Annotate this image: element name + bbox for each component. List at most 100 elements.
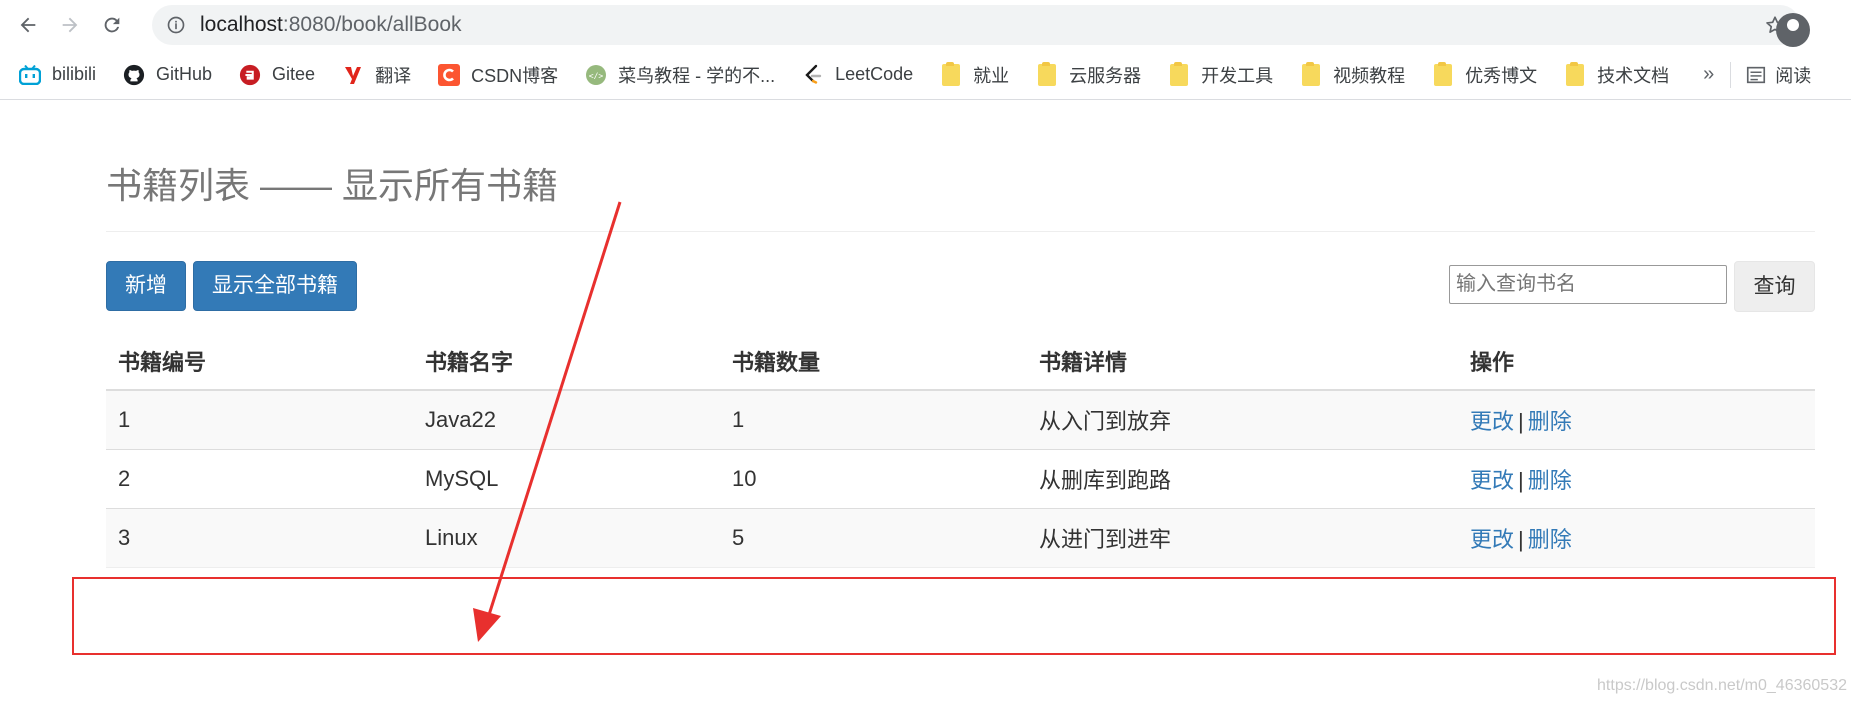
reading-list-label: 阅读: [1775, 65, 1812, 86]
cell-id: 1: [106, 389, 413, 449]
column-header-actions: 操作: [1458, 333, 1815, 391]
bookmark-label: LeetCode: [835, 64, 914, 84]
bookmark-label: 翻译: [375, 65, 412, 86]
delete-link[interactable]: 删除: [1528, 468, 1572, 493]
folder-icon: [1566, 61, 1585, 86]
toolbar-controls: 新增 显示全部书籍 查询: [106, 261, 1815, 312]
url-host: localhost: [200, 13, 283, 36]
cell-detail: 从入门到放弃: [1027, 389, 1458, 449]
bookmarks-overflow-button[interactable]: »: [1703, 63, 1714, 86]
cell-id: 2: [106, 448, 413, 508]
folder-icon: [1434, 61, 1453, 86]
column-header-id: 书籍编号: [106, 333, 413, 391]
add-book-button[interactable]: 新增: [106, 261, 186, 311]
github-icon: [122, 63, 146, 87]
back-button[interactable]: [8, 5, 48, 45]
cell-name: MySQL: [413, 448, 720, 508]
profile-avatar-icon[interactable]: [1776, 13, 1810, 47]
bookmark-label: bilibili: [52, 64, 97, 84]
action-separator: |: [1518, 526, 1524, 552]
bookmark-folder-jobs[interactable]: 就业: [939, 61, 1010, 88]
table-row: 1 Java22 1 从入门到放弃 更改 | 删除: [106, 389, 1815, 449]
bookmark-bilibili[interactable]: bilibili: [18, 63, 96, 87]
bookmark-label: 就业: [973, 65, 1010, 86]
cell-count: 5: [720, 507, 1027, 568]
bookmark-github[interactable]: GitHub: [122, 63, 212, 87]
bookmark-folder-blog-posts[interactable]: 优秀博文: [1431, 61, 1538, 88]
action-separator: |: [1518, 408, 1524, 434]
reload-icon: [104, 17, 120, 33]
edit-link[interactable]: 更改: [1470, 527, 1514, 552]
folder-icon: [1170, 61, 1189, 86]
bookmark-folder-cloud-servers[interactable]: 云服务器: [1035, 61, 1142, 88]
address-bar[interactable]: localhost:8080/book/allBook: [152, 5, 1810, 47]
bookmark-label: 技术文档: [1597, 65, 1670, 86]
bilibili-icon: [18, 63, 42, 87]
book-search-input[interactable]: [1449, 265, 1727, 304]
bookmark-label: 视频教程: [1333, 65, 1406, 86]
cell-actions: 更改 | 删除: [1458, 507, 1815, 568]
action-separator: |: [1518, 467, 1524, 493]
bookmarks-divider: [1730, 61, 1732, 88]
delete-link[interactable]: 删除: [1528, 409, 1572, 434]
bookmark-gitee[interactable]: Gitee: [238, 63, 315, 87]
query-button[interactable]: 查询: [1734, 261, 1815, 312]
cell-actions: 更改 | 删除: [1458, 389, 1815, 449]
gitee-icon: [238, 63, 262, 87]
column-header-detail: 书籍详情: [1027, 333, 1458, 391]
cell-name: Linux: [413, 507, 720, 568]
books-table: 书籍编号 书籍名字 书籍数量 书籍详情 操作 1 Java22 1 从入门到放弃…: [106, 333, 1815, 568]
bookmark-folder-dev-tools[interactable]: 开发工具: [1167, 61, 1274, 88]
table-body: 1 Java22 1 从入门到放弃 更改 | 删除 2 MySQL 10 从删库到跑…: [106, 389, 1815, 568]
bookmark-label: 开发工具: [1201, 65, 1274, 86]
column-header-name: 书籍名字: [413, 333, 720, 391]
folder-icon: [1038, 61, 1057, 86]
folder-icon: [1302, 61, 1321, 86]
cell-detail: 从进门到进牢: [1027, 507, 1458, 568]
edit-link[interactable]: 更改: [1470, 468, 1514, 493]
bookmark-label: GitHub: [156, 64, 213, 84]
browser-toolbar: localhost:8080/book/allBook: [0, 0, 1851, 50]
csdn-icon: [437, 63, 461, 87]
bookmark-runoob[interactable]: </> 菜鸟教程 - 学的不...: [584, 62, 775, 88]
forward-arrow-icon: [62, 17, 78, 33]
edit-link[interactable]: 更改: [1470, 409, 1514, 434]
show-all-books-button[interactable]: 显示全部书籍: [193, 261, 357, 311]
bookmark-label: 云服务器: [1069, 65, 1142, 86]
reading-list-button[interactable]: 阅读: [1745, 62, 1811, 88]
cell-name: Java22: [413, 389, 720, 449]
bookmark-label: 优秀博文: [1465, 65, 1538, 86]
leetcode-icon: [801, 63, 825, 87]
url-path: :8080/book/allBook: [282, 13, 462, 36]
bookmark-leetcode[interactable]: LeetCode: [801, 63, 913, 87]
table-row: 2 MySQL 10 从删库到跑路 更改 | 删除: [106, 448, 1815, 508]
bookmark-folder-tech-docs[interactable]: 技术文档: [1563, 61, 1670, 88]
bookmark-translate[interactable]: 翻译: [341, 62, 411, 88]
cell-id: 3: [106, 507, 413, 568]
delete-link[interactable]: 删除: [1528, 527, 1572, 552]
cell-count: 10: [720, 448, 1027, 508]
bookmark-label: 菜鸟教程 - 学的不...: [618, 65, 776, 86]
cell-actions: 更改 | 删除: [1458, 448, 1815, 508]
table-header: 书籍编号 书籍名字 书籍数量 书籍详情 操作: [106, 333, 1815, 391]
table-row: 3 Linux 5 从进门到进牢 更改 | 删除: [106, 507, 1815, 568]
reload-button[interactable]: [92, 5, 132, 45]
column-header-count: 书籍数量: [720, 333, 1027, 391]
watermark: https://blog.csdn.net/m0_46360532: [1597, 677, 1847, 694]
bookmarks-bar: bilibili GitHub Gitee 翻译 CSDN博客 </> 菜鸟教程…: [0, 50, 1851, 100]
forward-button[interactable]: [50, 5, 90, 45]
bookmark-folder-video-tutorials[interactable]: 视频教程: [1299, 61, 1406, 88]
header-row: 书籍编号 书籍名字 书籍数量 书籍详情 操作: [106, 333, 1815, 391]
youdao-icon: [341, 63, 365, 87]
annotation-highlight-box: [72, 577, 1836, 655]
bookmark-label: Gitee: [272, 64, 316, 84]
bookmark-csdn[interactable]: CSDN博客: [437, 62, 558, 88]
bookmark-label: CSDN博客: [471, 65, 559, 86]
cell-detail: 从删库到跑路: [1027, 448, 1458, 508]
runoob-icon: </>: [584, 63, 608, 87]
cell-count: 1: [720, 389, 1027, 449]
folder-icon: [942, 61, 961, 86]
info-icon[interactable]: [166, 15, 186, 35]
page-title: 书籍列表 —— 显示所有书籍: [106, 165, 559, 206]
page-container: 书籍列表 —— 显示所有书籍 新增 显示全部书籍 查询 书籍编号 书籍名字 书籍…: [106, 101, 1815, 568]
